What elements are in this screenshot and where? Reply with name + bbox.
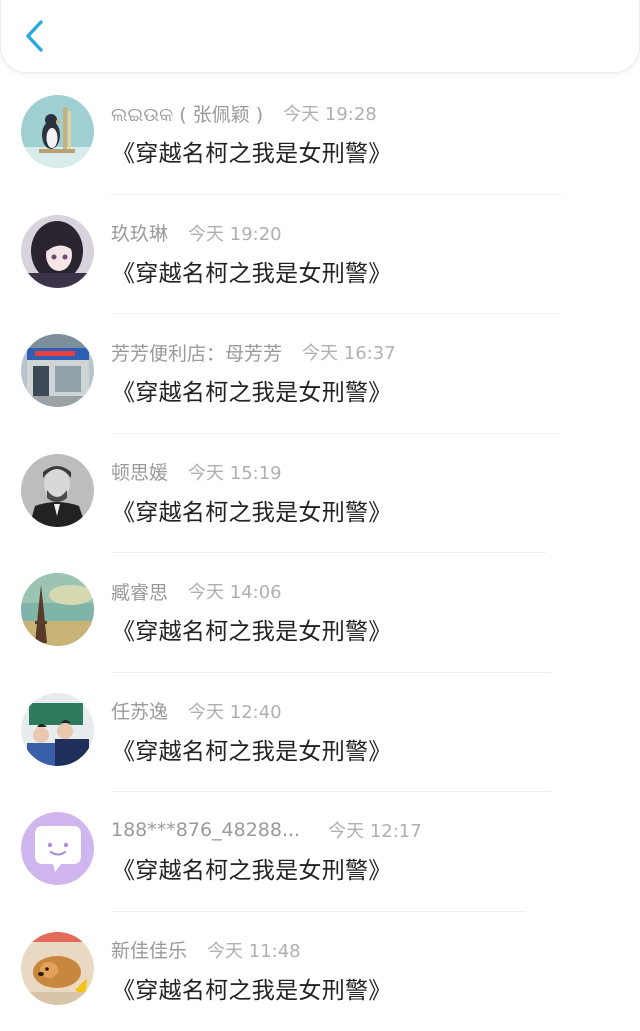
- comment-text: 《穿越名柯之我是女刑警》: [112, 373, 392, 407]
- list-item[interactable]: 任苏逸 今天 12:40 《穿越名柯之我是女刑警》: [0, 673, 640, 793]
- comment-text: 《穿越名柯之我是女刑警》: [112, 971, 392, 1005]
- timestamp: 今天 16:37: [302, 339, 396, 365]
- timestamp: 今天 11:48: [207, 937, 301, 963]
- timestamp: 今天 15:19: [188, 459, 282, 485]
- top-bar: [0, 0, 640, 73]
- username[interactable]: ଲଇଉକ ( 张佩颖 ): [111, 100, 263, 127]
- anime-girl-avatar[interactable]: [21, 215, 94, 288]
- timestamp: 今天 12:40: [188, 698, 282, 724]
- group-photo-avatar[interactable]: [21, 693, 94, 766]
- comment-text: 《穿越名柯之我是女刑警》: [112, 254, 392, 288]
- list-item[interactable]: 玖玖琳 今天 19:20 《穿越名柯之我是女刑警》: [0, 195, 640, 315]
- username[interactable]: 188***876_48288...: [111, 819, 300, 841]
- list-item[interactable]: 顿思媛 今天 15:19 《穿越名柯之我是女刑警》: [0, 434, 640, 554]
- list-item[interactable]: 芳芳便利店：母芳芳 今天 16:37 《穿越名柯之我是女刑警》: [0, 314, 640, 434]
- list-item[interactable]: 臧睿思 今天 14:06 《穿越名柯之我是女刑警》: [0, 553, 640, 673]
- comment-text: 《穿越名柯之我是女刑警》: [112, 134, 392, 168]
- username[interactable]: 芳芳便利店：母芳芳: [111, 339, 282, 366]
- puppy-avatar[interactable]: [21, 932, 94, 1005]
- comment-text: 《穿越名柯之我是女刑警》: [112, 732, 392, 766]
- timestamp: 今天 12:17: [328, 817, 422, 843]
- comment-list: ଲଇଉକ ( 张佩颖 ) 今天 19:28 《穿越名柯之我是女刑警》 玖玖琳 今…: [0, 75, 640, 1031]
- comment-text: 《穿越名柯之我是女刑警》: [112, 851, 392, 885]
- comment-text: 《穿越名柯之我是女刑警》: [112, 612, 392, 646]
- storefront-avatar[interactable]: [21, 334, 94, 407]
- man-portrait-avatar[interactable]: [21, 454, 94, 527]
- list-item[interactable]: 新佳佳乐 今天 11:48 《穿越名柯之我是女刑警》: [0, 912, 640, 1031]
- chat-bubble-avatar[interactable]: [21, 812, 94, 885]
- chevron-left-icon: [23, 19, 47, 53]
- timestamp: 今天 14:06: [188, 578, 282, 604]
- timestamp: 今天 19:28: [283, 100, 377, 126]
- username[interactable]: 玖玖琳: [111, 219, 168, 246]
- username[interactable]: 任苏逸: [111, 697, 168, 724]
- username[interactable]: 新佳佳乐: [111, 936, 187, 963]
- comment-text: 《穿越名柯之我是女刑警》: [112, 493, 392, 527]
- username[interactable]: 顿思媛: [111, 458, 168, 485]
- timestamp: 今天 19:20: [188, 220, 282, 246]
- list-item[interactable]: 188***876_48288... 今天 12:17 《穿越名柯之我是女刑警》: [0, 792, 640, 912]
- username[interactable]: 臧睿思: [111, 578, 168, 605]
- eiffel-tower-avatar[interactable]: [21, 573, 94, 646]
- back-button[interactable]: [15, 14, 55, 58]
- penguin-avatar[interactable]: [21, 95, 94, 168]
- list-item[interactable]: ଲଇଉକ ( 张佩颖 ) 今天 19:28 《穿越名柯之我是女刑警》: [0, 75, 640, 195]
